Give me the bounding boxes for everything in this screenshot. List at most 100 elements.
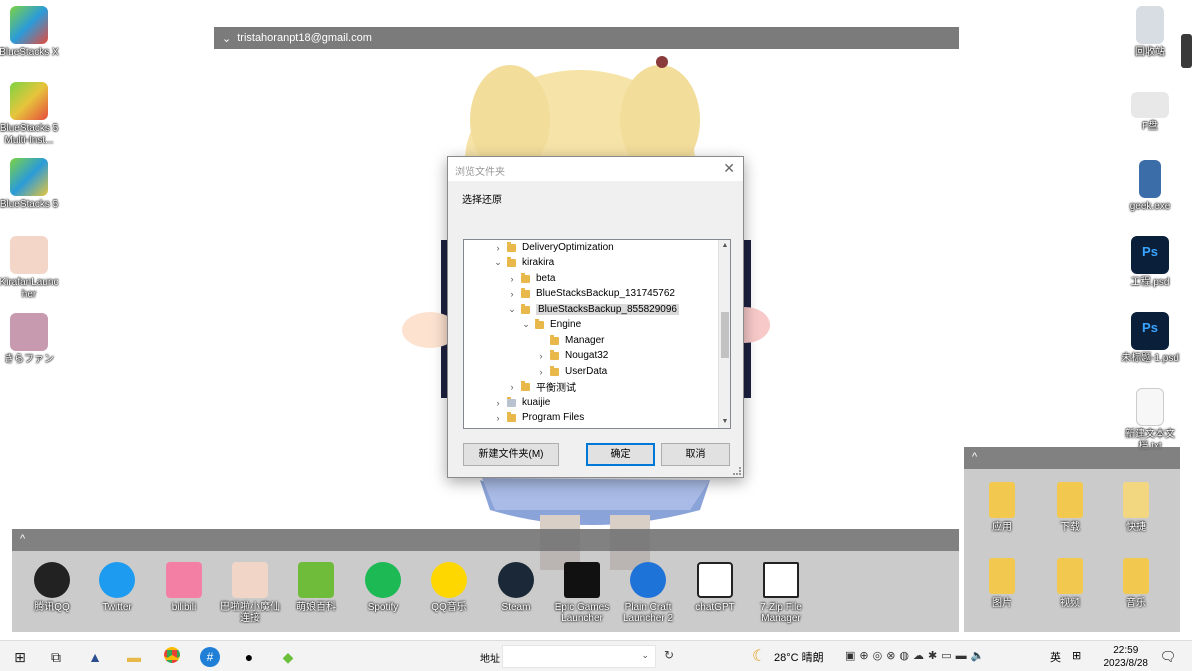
scroll-down-icon[interactable]: ▼ <box>719 416 730 428</box>
bluestacks-x-icon <box>10 6 48 44</box>
folder-icon <box>507 241 516 252</box>
tree-item[interactable]: › DeliveryOptimization <box>492 240 614 255</box>
fence-item-steam[interactable]: Steam <box>486 562 546 613</box>
tree-item[interactable]: › UserData <box>535 364 607 379</box>
fence-item-label: 快捷 <box>1126 522 1146 533</box>
chevron-down-icon[interactable]: ⌄ <box>492 257 504 268</box>
new-folder-button[interactable]: 新建文件夹(M) <box>463 443 559 466</box>
folder-tree[interactable]: › DeliveryOptimization ⌄ kirakira › beta › B… <box>463 239 731 429</box>
app-taskbar-icon[interactable]: ▲ <box>85 647 105 667</box>
tree-scrollbar[interactable]: ▲ ▼ <box>718 240 730 428</box>
chevron-right-icon[interactable]: › <box>492 398 504 408</box>
qq-icon <box>34 562 70 598</box>
chevron-right-icon[interactable]: › <box>506 274 518 284</box>
fence-item-qq[interactable]: 腾讯QQ <box>22 562 82 613</box>
tree-item[interactable]: › Program Files <box>492 410 584 425</box>
resize-grip[interactable] <box>733 467 741 475</box>
chevron-right-icon[interactable]: › <box>506 382 518 392</box>
fence-item-videos[interactable]: 视频 <box>1040 558 1100 609</box>
chevron-right-icon[interactable]: › <box>535 367 547 377</box>
tree-item[interactable]: ⌄ Engine <box>520 317 581 332</box>
desktop-icon-psd-untitled[interactable]: Ps 未标题-1.psd <box>1119 312 1181 365</box>
chevron-down-icon[interactable]: ⌄ <box>641 650 649 661</box>
fence-item-pictures[interactable]: 图片 <box>972 558 1032 609</box>
fence-item-pcl[interactable]: Plain Craft Launcher 2 <box>618 562 678 624</box>
tree-item[interactable]: › 平衡测试 <box>506 379 576 394</box>
fence-item-label: 萌娘百科 <box>296 602 336 613</box>
chevron-down-icon[interactable]: ⌄ <box>506 304 518 315</box>
tree-item-selected[interactable]: ⌄ BlueStacksBackup_855829096 <box>506 302 679 317</box>
account-bar[interactable]: ⌄ tristahoranpt18@gmail.com <box>214 27 959 49</box>
fence-item-label: Epic Games Launcher <box>554 602 610 624</box>
chevron-down-icon[interactable]: ⌄ <box>520 319 532 330</box>
weather-text[interactable]: 28°C 晴朗 <box>774 649 824 665</box>
desktop-icon-bluestacks-multi[interactable]: BlueStacks 5 Multi-Inst... <box>0 82 60 147</box>
fence-item-label: 音乐 <box>1126 598 1146 609</box>
file-explorer-icon[interactable]: ▬ <box>124 647 144 667</box>
fence-item-7zip[interactable]: 7-Zip File Manager <box>751 562 811 624</box>
close-icon[interactable]: ✕ <box>723 160 735 177</box>
fence-header[interactable]: ^ <box>964 447 1180 469</box>
tray-icons[interactable]: ▣⊕◎⊗◍☁✱▭▬🔈 <box>845 649 988 662</box>
fence-item-shortcuts[interactable]: 快捷 <box>1106 482 1166 533</box>
clock-time: 22:59 <box>1113 645 1139 656</box>
tree-item[interactable]: › beta <box>506 271 555 286</box>
tree-item[interactable]: › Nougat32 <box>535 348 608 363</box>
desktop-icon-kirafan-launcher[interactable]: KirafanLauncher <box>0 236 60 301</box>
windows-start-icon[interactable]: ⊞ <box>10 647 30 667</box>
fence-item-twitter[interactable]: Twitter <box>87 562 147 613</box>
desktop-icon-drive-f[interactable]: F盘 <box>1119 92 1181 133</box>
fence-item-moegirl[interactable]: 萌娘百科 <box>286 562 346 613</box>
scroll-thumb[interactable] <box>721 312 729 358</box>
fence-item-music[interactable]: 音乐 <box>1106 558 1166 609</box>
fence-item-apps[interactable]: 应用 <box>972 482 1032 533</box>
desktop-icon-new-text[interactable]: 新建文本文档.txt <box>1119 388 1181 453</box>
tree-item[interactable]: Manager <box>535 333 604 348</box>
desktop-icon-label: 未标题-1.psd <box>1121 353 1179 364</box>
desktop-icon-psd-project[interactable]: Ps 工程.psd <box>1119 236 1181 289</box>
notification-icon[interactable]: 🗨 <box>1158 647 1178 667</box>
fence-item-downloads[interactable]: 下载 <box>1040 482 1100 533</box>
desktop-icon-kirafan[interactable]: きらファン <box>0 313 60 366</box>
ok-button[interactable]: 确定 <box>586 443 655 466</box>
task-view-icon[interactable]: ⧉ <box>46 647 66 667</box>
chevron-right-icon[interactable]: › <box>506 289 518 299</box>
cancel-button[interactable]: 取消 <box>661 443 730 466</box>
fence-item-spotify[interactable]: Spotify <box>353 562 413 613</box>
document-folder-icon <box>1123 482 1149 518</box>
tree-item[interactable]: › BlueStacksBackup_131745762 <box>506 286 675 301</box>
address-input[interactable]: ⌄ <box>502 645 656 668</box>
scroll-up-icon[interactable]: ▲ <box>719 240 730 252</box>
tree-item[interactable]: ⌄ kirakira <box>492 255 554 270</box>
chevron-right-icon[interactable]: › <box>492 243 504 253</box>
ime-grid-icon[interactable]: ⊞ <box>1072 649 1081 662</box>
kirafan-icon <box>10 313 48 351</box>
chevron-right-icon[interactable]: › <box>492 413 504 423</box>
desktop-icon-geek[interactable]: geek.exe <box>1119 160 1181 213</box>
qq-taskbar-icon[interactable]: ● <box>239 647 259 667</box>
clock[interactable]: 22:59 2023/8/28 <box>1104 644 1149 670</box>
fence-item-qqmusic[interactable]: QQ音乐 <box>419 562 479 613</box>
fence-item-bala[interactable]: 巴啦啦小魔仙连接 <box>220 562 280 624</box>
hash-app-icon[interactable]: # <box>200 647 220 667</box>
recycle-bin-icon <box>1136 6 1164 44</box>
fence-item-epic[interactable]: Epic Games Launcher <box>552 562 612 624</box>
desktop-icon-bluestacks5[interactable]: BlueStacks 5 <box>0 158 60 211</box>
side-scroll-tab[interactable] <box>1181 34 1192 68</box>
bluestacks-taskbar-icon[interactable]: ◆ <box>278 647 298 667</box>
fence-item-label: Twitter <box>102 602 132 613</box>
fence-header[interactable]: ^ <box>12 529 959 551</box>
desktop-icon-bluestacks-x[interactable]: BlueStacks X <box>0 6 60 59</box>
tree-item[interactable]: › kuaijie <box>492 395 550 410</box>
refresh-icon[interactable]: ↻ <box>660 648 678 666</box>
fence-item-label: 巴啦啦小魔仙连接 <box>220 602 280 624</box>
desktop-icon-recycle-bin[interactable]: 回收站 <box>1119 6 1181 59</box>
chevron-right-icon[interactable]: › <box>535 351 547 361</box>
shortcut-folder-icon <box>507 396 516 407</box>
fence-item-bilibili[interactable]: bilibili <box>154 562 214 613</box>
ime-indicator[interactable]: 英 <box>1050 649 1061 665</box>
fence-item-chatgpt[interactable]: chatGPT <box>685 562 745 613</box>
chrome-icon[interactable] <box>162 647 182 667</box>
usb-drive-icon <box>1131 92 1169 118</box>
folder-icon <box>989 482 1015 518</box>
